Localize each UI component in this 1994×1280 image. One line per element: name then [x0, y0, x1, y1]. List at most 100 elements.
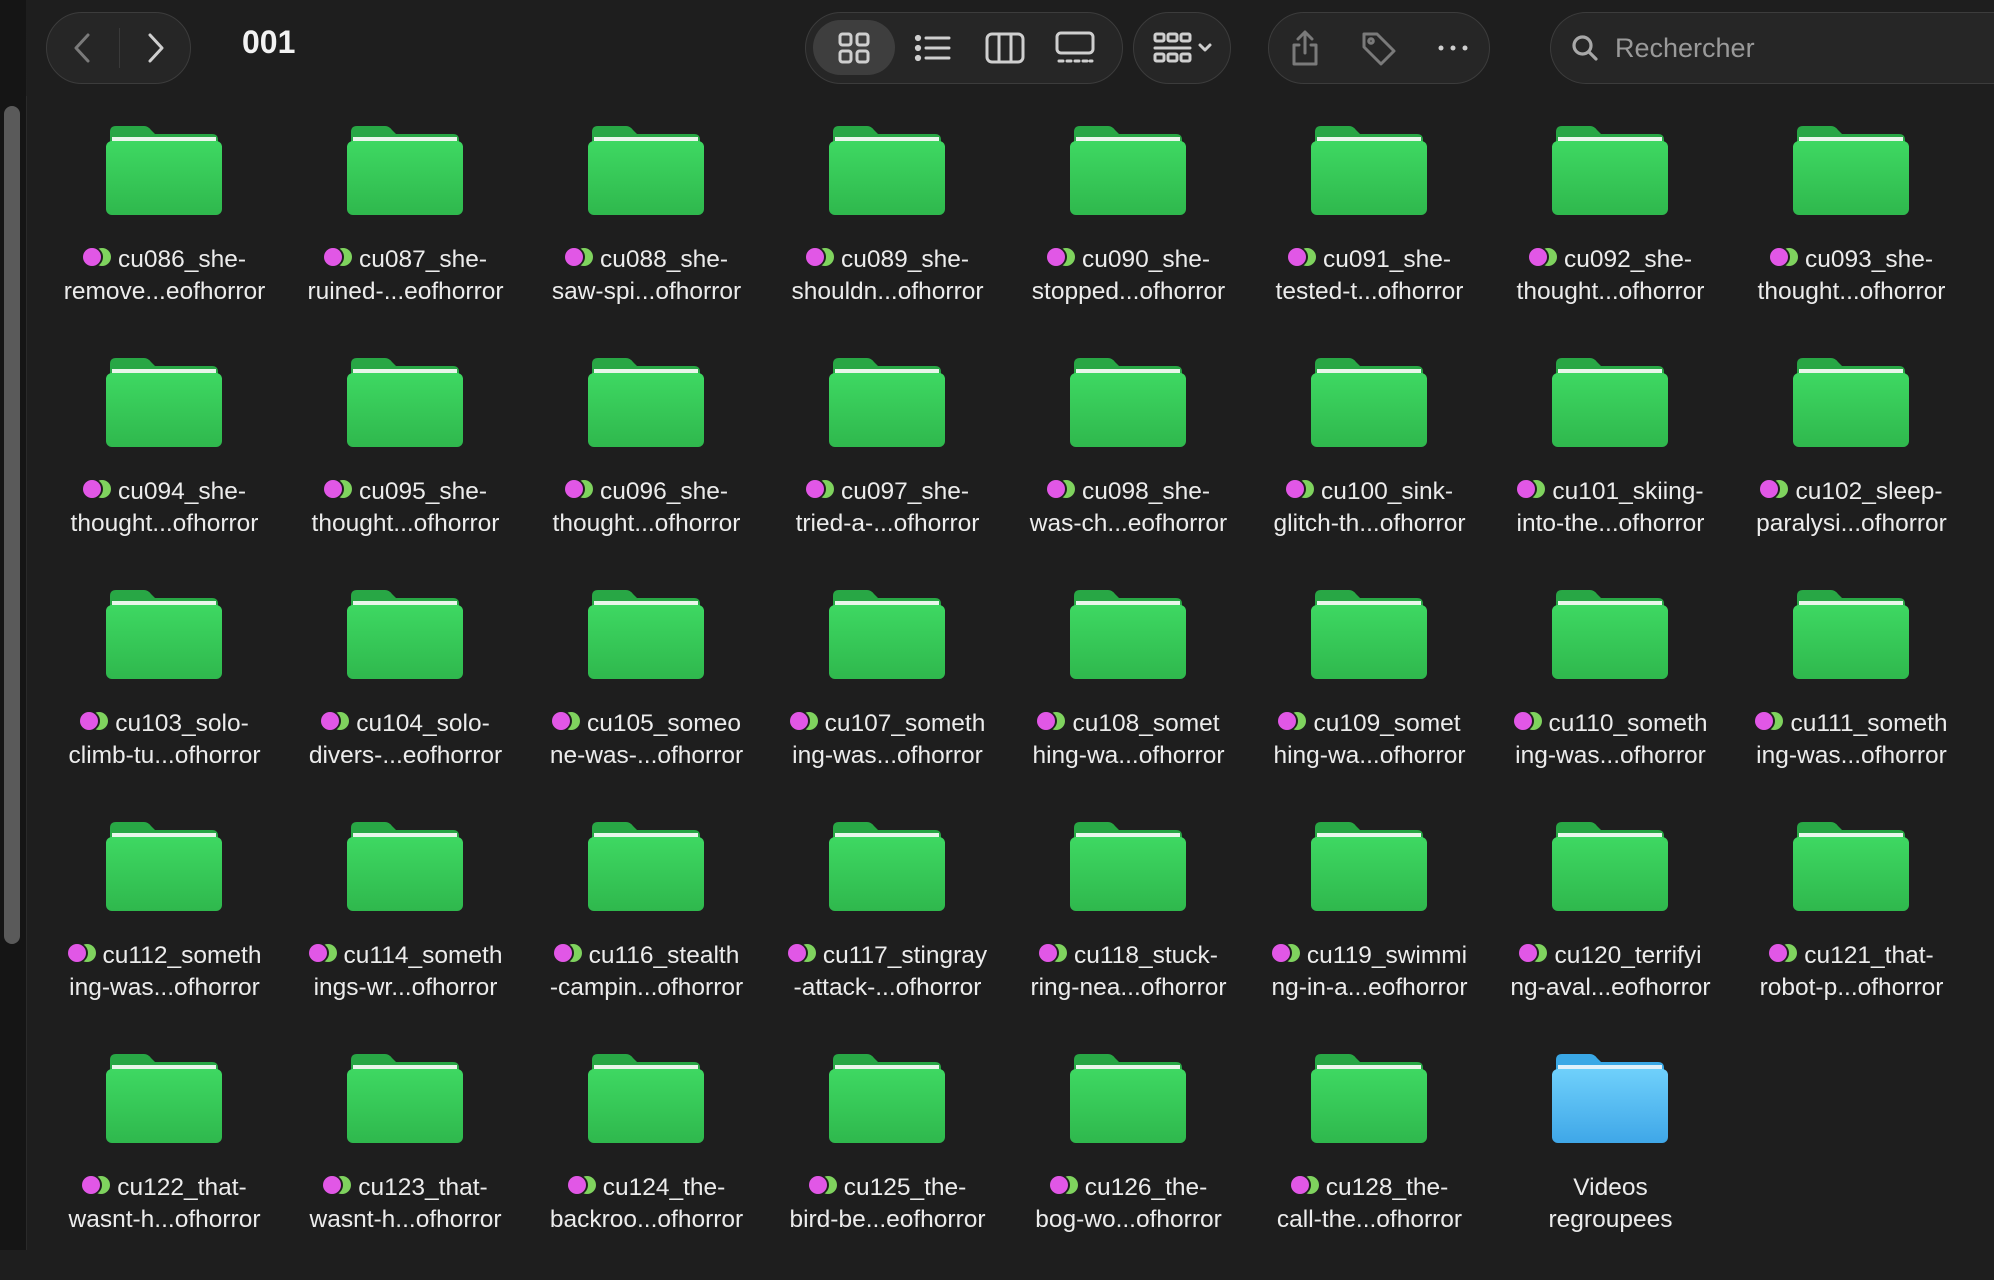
- folder-item[interactable]: cu109_somet hing-wa...ofhorror: [1249, 584, 1490, 816]
- folder-icon: [346, 1054, 463, 1143]
- folder-item[interactable]: cu122_that- wasnt-h...ofhorror: [44, 1048, 285, 1280]
- folder-item[interactable]: cu119_swimmi ng-in-a...eofhorror: [1249, 816, 1490, 1048]
- folder-item[interactable]: cu090_she- stopped...ofhorror: [1008, 120, 1249, 352]
- item-name-line1: cu094_she-: [117, 478, 247, 505]
- item-label: cu123_that- wasnt-h...ofhorror: [287, 1172, 525, 1236]
- folder-item[interactable]: cu091_she- tested-t...ofhorror: [1249, 120, 1490, 352]
- folder-item[interactable]: cu111_someth ing-was...ofhorror: [1731, 584, 1972, 816]
- folder-item[interactable]: cu105_someo ne-was-...ofhorror: [526, 584, 767, 816]
- folder-item[interactable]: cu128_the- call-the...ofhorror: [1249, 1048, 1490, 1280]
- item-name-line1: cu105_someo: [587, 710, 741, 737]
- list-view-button[interactable]: [897, 13, 969, 82]
- tag-dots: [323, 1176, 352, 1194]
- folder-icon: [346, 590, 463, 679]
- folder-item[interactable]: cu112_someth ing-was...ofhorror: [44, 816, 285, 1048]
- icon-view-button[interactable]: [813, 20, 895, 75]
- folder-icon: [1551, 358, 1668, 447]
- folder-item[interactable]: cu087_she- ruined-...eofhorror: [285, 120, 526, 352]
- folder-item[interactable]: cu097_she- tried-a-...ofhorror: [767, 352, 1008, 584]
- item-name-line1: cu117_stingray: [822, 942, 988, 969]
- gallery-view-button[interactable]: [1039, 13, 1111, 82]
- item-name-line2: was-ch...eofhorror: [1029, 510, 1228, 537]
- folder-icon: [1310, 1054, 1427, 1143]
- folder-item[interactable]: cu121_that- robot-p...ofhorror: [1731, 816, 1972, 1048]
- folder-item[interactable]: cu116_stealth -campin...ofhorror: [526, 816, 767, 1048]
- scrollbar-thumb[interactable]: [4, 106, 20, 944]
- tag-dots: [553, 944, 582, 962]
- tag-dots: [323, 248, 352, 266]
- tag-dots: [1046, 248, 1075, 266]
- item-name-line2: ing-was...ofhorror: [1756, 742, 1947, 769]
- folder-item[interactable]: cu094_she- thought...ofhorror: [44, 352, 285, 584]
- item-name-line2: ne-was-...ofhorror: [549, 742, 744, 769]
- item-name-line1: cu122_that-: [117, 1174, 247, 1201]
- folder-item[interactable]: cu103_solo- climb-tu...ofhorror: [44, 584, 285, 816]
- tag-dots: [82, 1176, 111, 1194]
- share-button[interactable]: [1269, 13, 1341, 82]
- item-label: cu119_swimmi ng-in-a...eofhorror: [1251, 940, 1489, 1004]
- item-label: cu087_she- ruined-...eofhorror: [287, 244, 525, 308]
- window-title: 001: [242, 24, 296, 60]
- item-name-line2: bog-wo...ofhorror: [1035, 1206, 1222, 1233]
- folder-item[interactable]: cu088_she- saw-spi...ofhorror: [526, 120, 767, 352]
- folder-item[interactable]: cu124_the- backroo...ofhorror: [526, 1048, 767, 1280]
- item-label: cu089_she- shouldn...ofhorror: [769, 244, 1007, 308]
- folder-item[interactable]: cu117_stingray -attack-...ofhorror: [767, 816, 1008, 1048]
- folder-item-videos[interactable]: Videos regroupees: [1490, 1048, 1731, 1280]
- folder-item[interactable]: cu089_she- shouldn...ofhorror: [767, 120, 1008, 352]
- tag-button[interactable]: [1343, 13, 1415, 82]
- folder-item[interactable]: cu114_someth ings-wr...ofhorror: [285, 816, 526, 1048]
- folder-item[interactable]: cu126_the- bog-wo...ofhorror: [1008, 1048, 1249, 1280]
- folder-item[interactable]: cu107_someth ing-was...ofhorror: [767, 584, 1008, 816]
- folder-item[interactable]: cu093_she- thought...ofhorror: [1731, 120, 1972, 352]
- folder-icon: [828, 822, 945, 911]
- folder-item[interactable]: cu101_skiing- into-the...ofhorror: [1490, 352, 1731, 584]
- item-name-line1: cu123_that-: [358, 1174, 488, 1201]
- folder-icon: [105, 590, 222, 679]
- item-name-line1: cu109_somet: [1313, 710, 1461, 737]
- folder-item[interactable]: cu096_she- thought...ofhorror: [526, 352, 767, 584]
- folder-item[interactable]: cu098_she- was-ch...eofhorror: [1008, 352, 1249, 584]
- folder-item[interactable]: cu118_stuck- ring-nea...ofhorror: [1008, 816, 1249, 1048]
- folder-item[interactable]: cu100_sink- glitch-th...ofhorror: [1249, 352, 1490, 584]
- tag-icon: [1362, 32, 1396, 65]
- item-label: cu102_sleep- paralysi...ofhorror: [1733, 476, 1971, 540]
- item-name-line1: Videos: [1573, 1174, 1648, 1201]
- folder-item[interactable]: cu123_that- wasnt-h...ofhorror: [285, 1048, 526, 1280]
- folder-item[interactable]: cu108_somet hing-wa...ofhorror: [1008, 584, 1249, 816]
- item-label: cu124_the- backroo...ofhorror: [528, 1172, 766, 1236]
- folder-item[interactable]: cu110_someth ing-was...ofhorror: [1490, 584, 1731, 816]
- tag-dots: [80, 712, 109, 730]
- group-by-button[interactable]: [1140, 13, 1226, 82]
- folder-item[interactable]: cu095_she- thought...ofhorror: [285, 352, 526, 584]
- item-name-line2: ng-aval...eofhorror: [1510, 974, 1711, 1001]
- vertical-scrollbar[interactable]: [2, 100, 22, 1240]
- column-view-button[interactable]: [969, 13, 1041, 82]
- item-name-line1: cu125_the-: [843, 1174, 967, 1201]
- forward-button[interactable]: [119, 13, 191, 82]
- item-name-line2: ruined-...eofhorror: [307, 278, 504, 305]
- folder-icon: [1069, 1054, 1186, 1143]
- item-name-line2: ring-nea...ofhorror: [1030, 974, 1227, 1001]
- folder-item[interactable]: cu102_sleep- paralysi...ofhorror: [1731, 352, 1972, 584]
- folder-icon: [1310, 126, 1427, 215]
- back-button[interactable]: [47, 13, 119, 82]
- folder-item[interactable]: cu104_solo- divers-...eofhorror: [285, 584, 526, 816]
- item-name-line2: -attack-...ofhorror: [793, 974, 982, 1001]
- item-name-line2: climb-tu...ofhorror: [68, 742, 261, 769]
- folder-icon: [1069, 358, 1186, 447]
- folder-item[interactable]: cu120_terrifyi ng-aval...eofhorror: [1490, 816, 1731, 1048]
- tag-dots: [321, 712, 350, 730]
- folder-item[interactable]: cu092_she- thought...ofhorror: [1490, 120, 1731, 352]
- item-label: cu108_somet hing-wa...ofhorror: [1010, 708, 1248, 772]
- folder-icon: [105, 358, 222, 447]
- item-name-line2: -campin...ofhorror: [549, 974, 744, 1001]
- search-field[interactable]: [1550, 12, 1994, 84]
- item-label: cu098_she- was-ch...eofhorror: [1010, 476, 1248, 540]
- more-button[interactable]: [1417, 13, 1489, 82]
- folder-item[interactable]: cu125_the- bird-be...eofhorror: [767, 1048, 1008, 1280]
- item-name-line1: cu126_the-: [1084, 1174, 1208, 1201]
- search-input[interactable]: [1613, 31, 1977, 65]
- item-name-line1: cu088_she-: [599, 246, 729, 273]
- folder-item[interactable]: cu086_she- remove...eofhorror: [44, 120, 285, 352]
